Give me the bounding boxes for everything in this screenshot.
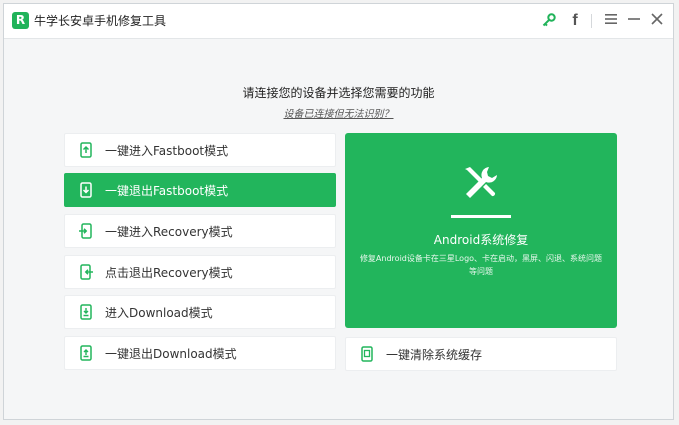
toolbar-divider (591, 14, 592, 28)
minimize-icon[interactable] (625, 12, 643, 30)
exit-recovery-button[interactable]: 点击退出Recovery模式 (64, 255, 336, 289)
phone-exit-download-icon (80, 345, 92, 361)
exit-download-label: 一键退出Download模式 (105, 347, 237, 361)
clear-cache-label: 一键清除系统缓存 (386, 348, 483, 362)
exit-fastboot-label: 一键退出Fastboot模式 (105, 184, 229, 198)
key-icon-graphic (542, 13, 556, 27)
enter-fastboot-button[interactable]: 一键进入Fastboot模式 (64, 133, 336, 167)
phone-enter-icon (79, 223, 92, 239)
exit-download-button[interactable]: 一键退出Download模式 (64, 336, 336, 370)
phone-arrow-up-icon (80, 142, 92, 158)
app-logo: R (12, 12, 29, 29)
repair-title: Android系统修复 (433, 233, 529, 247)
enter-recovery-label: 一键进入Recovery模式 (105, 225, 233, 239)
facebook-button[interactable]: f (566, 12, 584, 30)
exit-fastboot-button[interactable]: 一键退出Fastboot模式 (64, 173, 336, 207)
menu-icon-graphic (605, 14, 617, 24)
repair-description: 修复Android设备卡在三星Logo、卡在启动，黑屏、闪退、系统问题等问题 (359, 254, 603, 276)
exit-recovery-label: 点击退出Recovery模式 (105, 266, 233, 280)
enter-recovery-button[interactable]: 一键进入Recovery模式 (64, 214, 336, 248)
repair-underline (451, 215, 511, 218)
key-icon[interactable] (540, 12, 558, 30)
page-heading: 请连接您的设备并选择您需要的功能 (242, 86, 435, 100)
app-title: 牛学长安卓手机修复工具 (34, 14, 167, 28)
phone-arrow-down-icon (80, 182, 92, 198)
phone-clean-icon (361, 346, 373, 362)
phone-exit-icon (80, 264, 93, 280)
minimize-icon-graphic (628, 18, 640, 20)
android-repair-card[interactable]: Android系统修复 修复Android设备卡在三星Logo、卡在启动，黑屏、… (345, 133, 617, 328)
menu-icon[interactable] (602, 12, 620, 30)
enter-download-label: 进入Download模式 (105, 306, 213, 320)
app-window: R 牛学长安卓手机修复工具 f 请连接您的设备并选择您需要的功能 设备已连接但无… (3, 3, 674, 420)
phone-download-icon (80, 304, 92, 320)
title-bar: R 牛学长安卓手机修复工具 f (4, 4, 673, 39)
enter-fastboot-label: 一键进入Fastboot模式 (105, 144, 229, 158)
enter-download-button[interactable]: 进入Download模式 (64, 295, 336, 329)
clear-cache-button[interactable]: 一键清除系统缓存 (345, 337, 617, 371)
wrench-screwdriver-icon (465, 167, 497, 198)
close-icon[interactable] (648, 12, 666, 30)
device-not-recognized-link[interactable]: 设备已连接但无法识别？ (4, 105, 673, 120)
close-icon-graphic (651, 13, 663, 25)
